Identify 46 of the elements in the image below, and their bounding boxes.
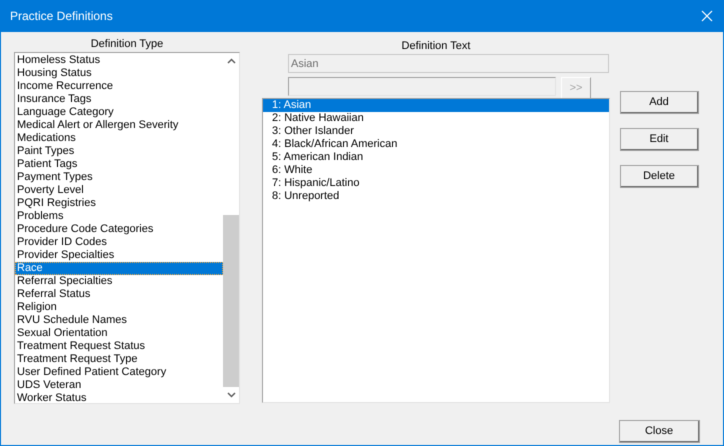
action-button[interactable]: Edit — [620, 128, 699, 151]
list-item[interactable]: Procedure Code Categories — [15, 223, 223, 236]
list-item[interactable]: Provider Specialties — [15, 249, 223, 262]
list-item[interactable]: UDS Veteran — [15, 379, 223, 392]
list-item[interactable]: Patient Tags — [15, 158, 223, 171]
list-item[interactable]: 1: Asian — [263, 99, 609, 112]
list-item[interactable]: Homeless Status — [15, 54, 223, 67]
list-item[interactable]: Payment Types — [15, 171, 223, 184]
list-item[interactable]: User Defined Patient Category — [15, 366, 223, 379]
scroll-down-icon[interactable] — [226, 392, 236, 398]
list-item[interactable]: Referral Status — [15, 288, 223, 301]
scrollbar-thumb[interactable] — [223, 215, 239, 387]
list-item[interactable]: Treatment Request Status — [15, 340, 223, 353]
list-item[interactable]: Worker Status — [15, 392, 223, 403]
definition-text-label: Definition Text — [400, 39, 472, 54]
list-item[interactable]: 4: Black/African American — [263, 138, 609, 151]
list-item[interactable]: Income Recurrence — [15, 80, 223, 93]
list-item[interactable]: 8: Unreported — [263, 190, 609, 203]
list-item[interactable]: Insurance Tags — [15, 93, 223, 106]
list-item[interactable]: Poverty Level — [15, 184, 223, 197]
list-item[interactable]: 2: Native Hawaiian — [263, 112, 609, 125]
list-item[interactable]: Medical Alert or Allergen Severity — [15, 119, 223, 132]
list-item[interactable]: Race — [15, 262, 223, 275]
list-item[interactable]: Housing Status — [15, 67, 223, 80]
list-item[interactable]: 5: American Indian — [263, 151, 609, 164]
list-item[interactable]: 7: Hispanic/Latino — [263, 177, 609, 190]
list-item[interactable]: RVU Schedule Names — [15, 314, 223, 327]
list-item[interactable]: Medications — [15, 132, 223, 145]
definition-type-label: Definition Type — [90, 37, 164, 52]
list-item[interactable]: Religion — [15, 301, 223, 314]
list-item[interactable]: PQRI Registries — [15, 197, 223, 210]
list-item[interactable]: 3: Other Islander — [263, 125, 609, 138]
list-item[interactable]: Language Category — [15, 106, 223, 119]
close-icon[interactable] — [701, 10, 713, 22]
list-item[interactable]: Treatment Request Type — [15, 353, 223, 366]
list-item[interactable]: Paint Types — [15, 145, 223, 158]
window-title: Practice Definitions — [10, 9, 113, 23]
scroll-up-icon[interactable] — [226, 58, 236, 64]
list-item[interactable]: 6: White — [263, 164, 609, 177]
list-item[interactable]: Referral Specialties — [15, 275, 223, 288]
list-item[interactable]: Provider ID Codes — [15, 236, 223, 249]
list-item[interactable]: Problems — [15, 210, 223, 223]
close-button[interactable]: Close — [619, 420, 700, 443]
action-button[interactable]: Add — [620, 91, 699, 114]
list-item[interactable]: Sexual Orientation — [15, 327, 223, 340]
action-button[interactable]: Delete — [620, 165, 699, 188]
